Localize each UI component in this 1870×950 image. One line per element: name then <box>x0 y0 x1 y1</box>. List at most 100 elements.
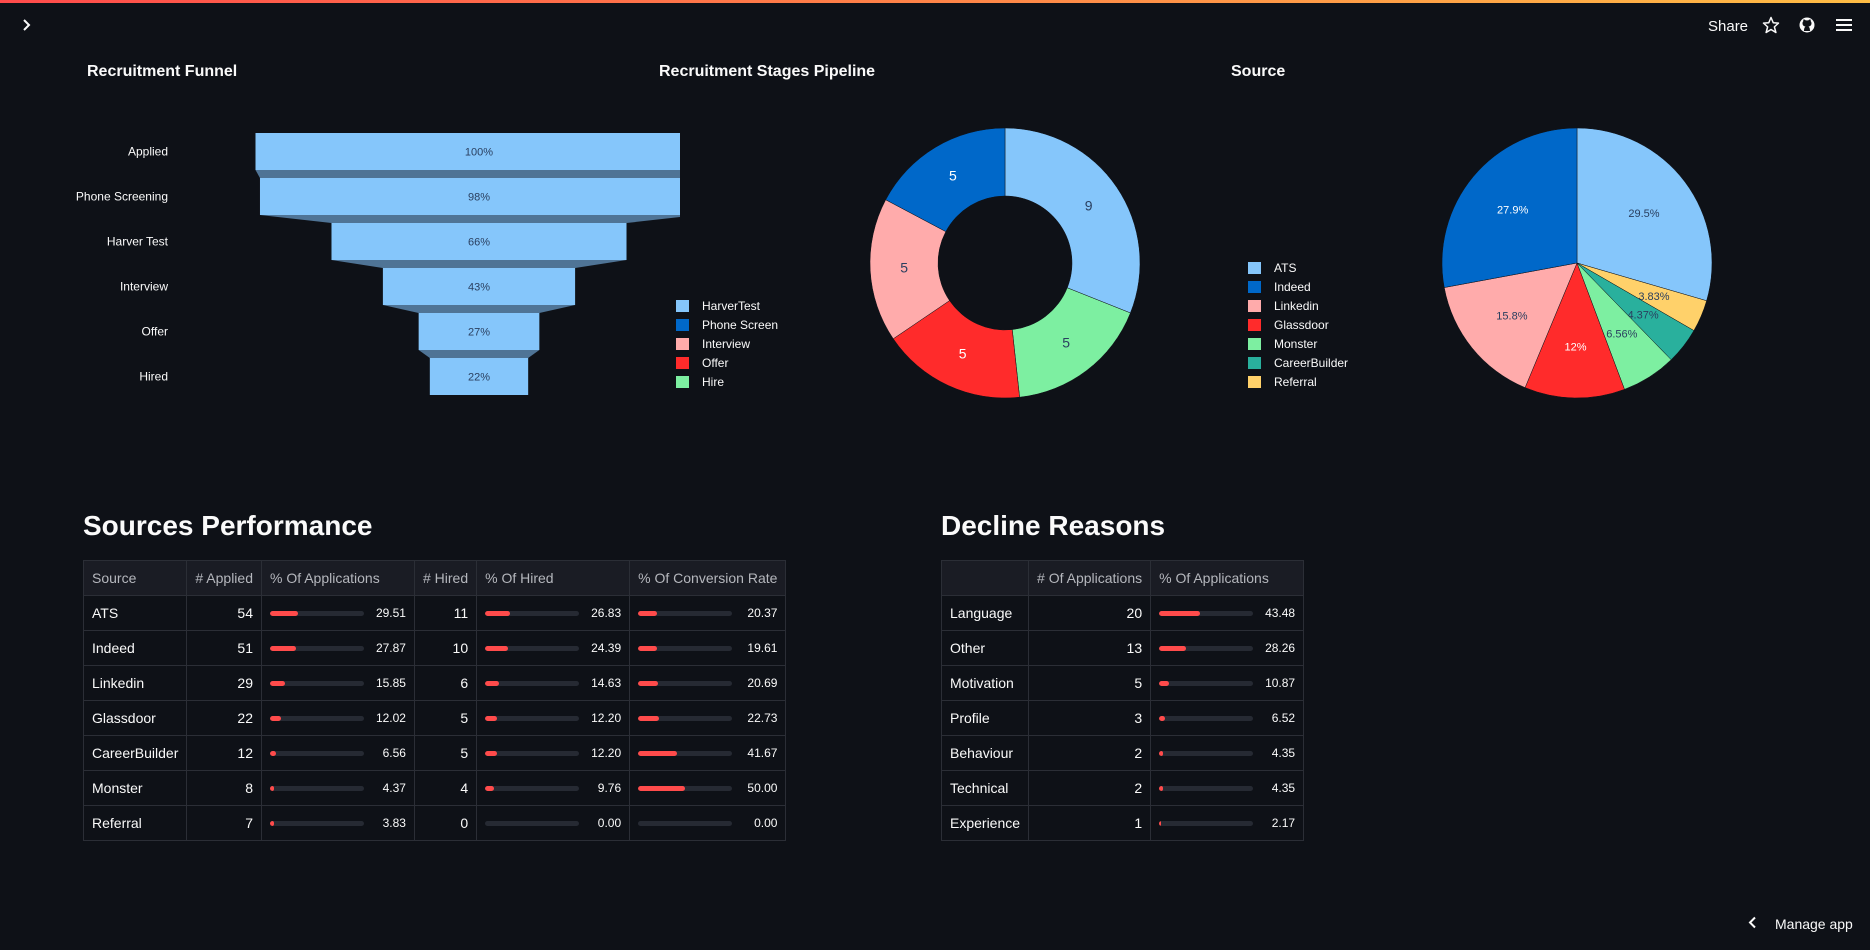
progress-cell[interactable]: 12.20 <box>476 700 631 736</box>
table-row[interactable]: Glassdoor 22 12.02 5 12.20 22.73 <box>82 700 787 736</box>
column-header[interactable]: % Of Applications <box>1150 560 1305 596</box>
legend-item[interactable]: HarverTest <box>676 296 778 315</box>
progress-cell[interactable]: 12.20 <box>476 735 631 771</box>
progress-cell[interactable]: 22.73 <box>629 700 787 736</box>
table-cell[interactable]: Other <box>940 630 1030 666</box>
table-cell[interactable]: 5 <box>413 735 478 771</box>
github-icon[interactable] <box>1797 15 1817 35</box>
table-cell[interactable]: 0 <box>413 805 478 841</box>
table-cell[interactable]: 2 <box>1028 735 1152 771</box>
decline-reasons-table[interactable]: # Of Applications% Of Applications Langu… <box>940 560 1305 841</box>
table-cell[interactable]: 51 <box>186 630 262 666</box>
progress-cell[interactable]: 10.87 <box>1150 665 1305 701</box>
progress-cell[interactable]: 9.76 <box>476 770 631 806</box>
progress-cell[interactable]: 15.85 <box>260 665 415 701</box>
table-cell[interactable]: Linkedin <box>82 665 188 701</box>
share-button[interactable]: Share <box>1708 18 1748 35</box>
table-row[interactable]: Referral 7 3.83 0 0.00 0.00 <box>82 805 787 841</box>
progress-cell[interactable]: 4.35 <box>1150 770 1305 806</box>
column-header[interactable]: % Of Hired <box>476 560 631 596</box>
column-header[interactable]: % Of Applications <box>260 560 415 596</box>
star-icon[interactable] <box>1761 15 1781 35</box>
table-row[interactable]: Other 13 28.26 <box>940 630 1305 666</box>
table-cell[interactable]: 7 <box>186 805 262 841</box>
table-row[interactable]: ATS 54 29.51 11 26.83 20.37 <box>82 595 787 631</box>
table-cell[interactable]: 13 <box>1028 630 1152 666</box>
table-cell[interactable]: 5 <box>413 700 478 736</box>
table-row[interactable]: Behaviour 2 4.35 <box>940 735 1305 771</box>
progress-cell[interactable]: 43.48 <box>1150 595 1305 631</box>
table-row[interactable]: Linkedin 29 15.85 6 14.63 20.69 <box>82 665 787 701</box>
progress-cell[interactable]: 50.00 <box>629 770 787 806</box>
table-cell[interactable]: ATS <box>82 595 188 631</box>
progress-cell[interactable]: 4.35 <box>1150 735 1305 771</box>
table-cell[interactable]: 11 <box>413 595 478 631</box>
legend-item[interactable]: Offer <box>676 353 778 372</box>
legend-item[interactable]: Glassdoor <box>1248 315 1348 334</box>
legend-item[interactable]: Hire <box>676 372 778 391</box>
table-row[interactable]: Technical 2 4.35 <box>940 770 1305 806</box>
progress-cell[interactable]: 20.37 <box>629 595 787 631</box>
column-header[interactable]: % Of Conversion Rate <box>629 560 787 596</box>
legend-item[interactable]: Interview <box>676 334 778 353</box>
table-cell[interactable]: Glassdoor <box>82 700 188 736</box>
column-header[interactable] <box>940 560 1030 596</box>
progress-cell[interactable]: 0.00 <box>629 805 787 841</box>
table-cell[interactable]: Behaviour <box>940 735 1030 771</box>
table-cell[interactable]: 22 <box>186 700 262 736</box>
sources-performance-table[interactable]: Source # Applied% Of Applications # Hired%… <box>82 560 787 841</box>
progress-cell[interactable]: 6.56 <box>260 735 415 771</box>
progress-cell[interactable]: 24.39 <box>476 630 631 666</box>
table-cell[interactable]: Profile <box>940 700 1030 736</box>
table-cell[interactable]: Monster <box>82 770 188 806</box>
column-header[interactable]: # Of Applications <box>1028 560 1152 596</box>
column-header[interactable]: # Hired <box>413 560 478 596</box>
table-cell[interactable]: 29 <box>186 665 262 701</box>
table-row[interactable]: Language 20 43.48 <box>940 595 1305 631</box>
progress-cell[interactable]: 6.52 <box>1150 700 1305 736</box>
table-row[interactable]: Indeed 51 27.87 10 24.39 19.61 <box>82 630 787 666</box>
legend-item[interactable]: Monster <box>1248 334 1348 353</box>
pie-slice[interactable] <box>1004 127 1141 314</box>
progress-cell[interactable]: 19.61 <box>629 630 787 666</box>
table-cell[interactable]: Referral <box>82 805 188 841</box>
legend-item[interactable]: Referral <box>1248 372 1348 391</box>
progress-cell[interactable]: 2.17 <box>1150 805 1305 841</box>
sidebar-expand-icon[interactable] <box>18 15 36 35</box>
table-cell[interactable]: 2 <box>1028 770 1152 806</box>
manage-app-button[interactable]: Manage app <box>1748 916 1853 932</box>
progress-cell[interactable]: 12.02 <box>260 700 415 736</box>
table-row[interactable]: CareerBuilder 12 6.56 5 12.20 41.67 <box>82 735 787 771</box>
progress-cell[interactable]: 29.51 <box>260 595 415 631</box>
table-cell[interactable]: 8 <box>186 770 262 806</box>
table-cell[interactable]: 3 <box>1028 700 1152 736</box>
legend-item[interactable]: Phone Screen <box>676 315 778 334</box>
table-cell[interactable]: 6 <box>413 665 478 701</box>
progress-cell[interactable]: 27.87 <box>260 630 415 666</box>
table-cell[interactable]: Indeed <box>82 630 188 666</box>
progress-cell[interactable]: 20.69 <box>629 665 787 701</box>
progress-cell[interactable]: 4.37 <box>260 770 415 806</box>
progress-cell[interactable]: 41.67 <box>629 735 787 771</box>
progress-cell[interactable]: 0.00 <box>476 805 631 841</box>
progress-cell[interactable]: 26.83 <box>476 595 631 631</box>
table-cell[interactable]: Technical <box>940 770 1030 806</box>
table-cell[interactable]: 54 <box>186 595 262 631</box>
legend-item[interactable]: ATS <box>1248 258 1348 277</box>
column-header[interactable]: Source <box>82 560 188 596</box>
table-cell[interactable]: 20 <box>1028 595 1152 631</box>
table-cell[interactable]: Language <box>940 595 1030 631</box>
progress-cell[interactable]: 14.63 <box>476 665 631 701</box>
legend-item[interactable]: Linkedin <box>1248 296 1348 315</box>
table-row[interactable]: Motivation 5 10.87 <box>940 665 1305 701</box>
legend-item[interactable]: Indeed <box>1248 277 1348 296</box>
table-cell[interactable]: 1 <box>1028 805 1152 841</box>
hamburger-menu-icon[interactable] <box>1834 15 1854 35</box>
progress-cell[interactable]: 3.83 <box>260 805 415 841</box>
table-cell[interactable]: 12 <box>186 735 262 771</box>
table-cell[interactable]: 10 <box>413 630 478 666</box>
table-row[interactable]: Monster 8 4.37 4 9.76 50.00 <box>82 770 787 806</box>
progress-cell[interactable]: 28.26 <box>1150 630 1305 666</box>
table-row[interactable]: Profile 3 6.52 <box>940 700 1305 736</box>
table-cell[interactable]: Experience <box>940 805 1030 841</box>
